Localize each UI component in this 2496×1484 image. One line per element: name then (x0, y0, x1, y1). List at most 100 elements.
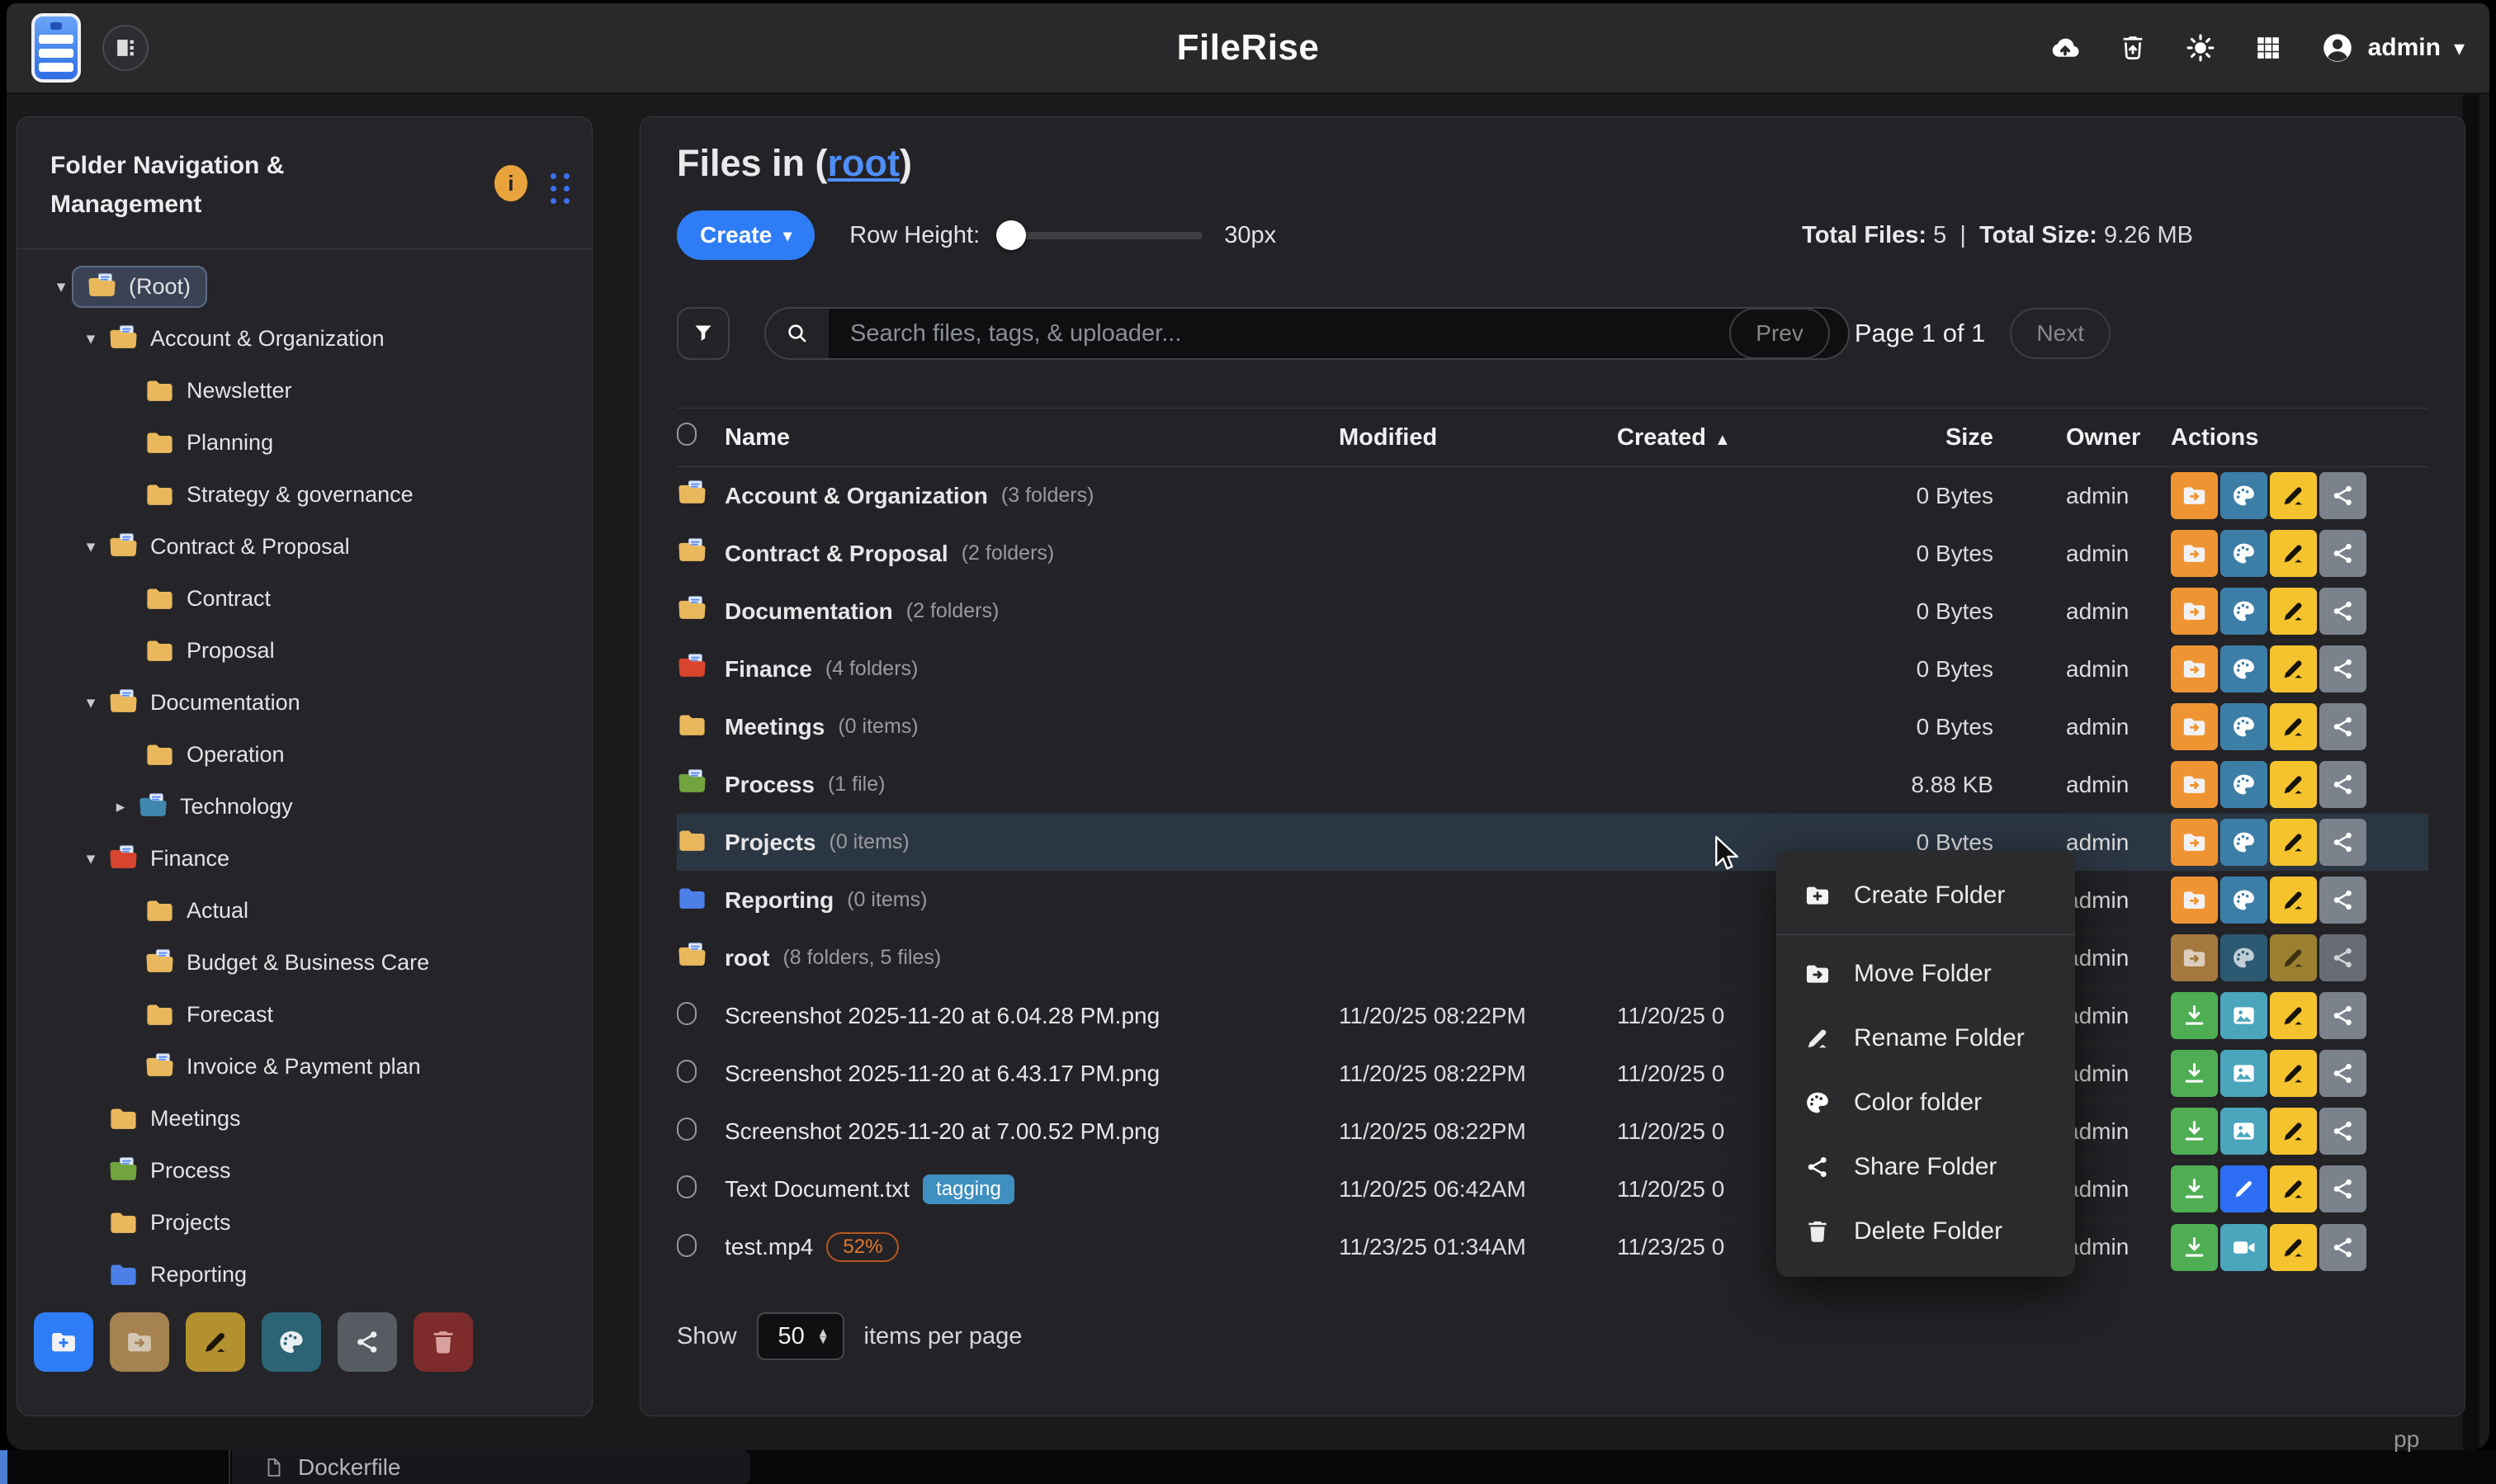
rename-folder-button[interactable] (2270, 819, 2317, 866)
share-file-button[interactable] (2319, 1224, 2366, 1271)
table-row[interactable]: Account & Organization(3 folders) 0 Byte… (677, 467, 2428, 525)
column-header-created[interactable]: Created▲ (1617, 424, 1906, 451)
tree-item-strategy-governance[interactable]: Strategy & governance (17, 469, 592, 521)
tree-item-projects[interactable]: Projects (17, 1197, 592, 1249)
row-height-slider[interactable] (998, 232, 1203, 239)
table-row[interactable]: Screenshot 2025-11-20 at 6.43.17 PM.png … (677, 1045, 2428, 1103)
drag-handle-icon[interactable] (551, 173, 570, 204)
rename-file-button[interactable] (2270, 1108, 2317, 1155)
color-folder-button[interactable] (2220, 819, 2267, 866)
column-header-modified[interactable]: Modified (1339, 424, 1617, 451)
share-file-button[interactable] (2319, 992, 2366, 1039)
share-folder-button[interactable] (2319, 588, 2366, 635)
tree-item-budget-business-care[interactable]: Budget & Business Care (17, 937, 592, 989)
preview-image-button[interactable] (2220, 992, 2267, 1039)
toggle-sidebar-button[interactable] (102, 25, 149, 71)
move-folder-button[interactable] (2171, 877, 2218, 924)
caret-down-icon[interactable]: ▾ (80, 848, 102, 869)
move-folder-button[interactable] (2171, 588, 2218, 635)
next-page-button[interactable]: Next (2010, 308, 2111, 359)
color-folder-button[interactable] (2220, 877, 2267, 924)
tree-item-documentation[interactable]: ▾Documentation (17, 677, 592, 729)
tree-item-contract[interactable]: Contract (17, 573, 592, 625)
tree-item-actual[interactable]: Actual (17, 885, 592, 937)
column-header-size[interactable]: Size (1906, 424, 1993, 451)
tree-item-invoice-payment-plan[interactable]: Invoice & Payment plan (17, 1041, 592, 1093)
tree-item-proposal[interactable]: Proposal (17, 625, 592, 677)
move-folder-button[interactable] (2171, 819, 2218, 866)
rename-file-button[interactable] (2270, 1050, 2317, 1097)
column-header-owner[interactable]: Owner (1993, 424, 2171, 451)
move-folder-button[interactable] (2171, 645, 2218, 692)
move-folder-button[interactable] (110, 1312, 169, 1372)
tree-item-contract-proposal[interactable]: ▾Contract & Proposal (17, 521, 592, 573)
tree-item-meetings[interactable]: Meetings (17, 1093, 592, 1145)
rename-file-button[interactable] (2270, 1165, 2317, 1212)
edit-text-button[interactable] (2220, 1165, 2267, 1212)
cloud-upload-icon[interactable] (2049, 32, 2081, 64)
rename-folder-button[interactable] (2270, 645, 2317, 692)
caret-down-icon[interactable]: ▾ (50, 276, 72, 297)
table-row-highlighted[interactable]: Projects(0 items) 0 Bytesadmin (677, 814, 2428, 872)
caret-right-icon[interactable]: ▸ (110, 796, 131, 817)
download-button[interactable] (2171, 1108, 2218, 1155)
row-checkbox[interactable] (677, 1175, 697, 1198)
tree-item-newsletter[interactable]: Newsletter (17, 365, 592, 417)
move-folder-button[interactable] (2171, 761, 2218, 808)
table-row[interactable]: Documentation(2 folders) 0 Bytesadmin (677, 583, 2428, 640)
caret-down-icon[interactable]: ▾ (80, 692, 102, 713)
color-folder-button[interactable] (2220, 761, 2267, 808)
move-folder-button[interactable] (2171, 530, 2218, 577)
apps-grid-icon[interactable] (2254, 32, 2282, 64)
column-header-name[interactable]: Name (725, 424, 1339, 451)
share-file-button[interactable] (2319, 1108, 2366, 1155)
rename-folder-button[interactable] (2270, 588, 2317, 635)
tree-item-operation[interactable]: Operation (17, 729, 592, 781)
rename-file-button[interactable] (2270, 1224, 2317, 1271)
rename-folder-button[interactable] (2270, 472, 2317, 519)
row-checkbox[interactable] (677, 1060, 697, 1083)
row-checkbox[interactable] (677, 1002, 697, 1025)
table-row[interactable]: Meetings(0 items) 0 Bytesadmin (677, 698, 2428, 756)
delete-folder-button[interactable] (414, 1312, 473, 1372)
color-folder-button[interactable] (2220, 588, 2267, 635)
table-row[interactable]: Contract & Proposal(2 folders) 0 Bytesad… (677, 525, 2428, 583)
create-button[interactable]: Create▾ (677, 210, 815, 260)
share-folder-button[interactable] (2319, 819, 2366, 866)
share-file-button[interactable] (2319, 1050, 2366, 1097)
context-create-folder[interactable]: Create Folder (1776, 863, 2075, 928)
prev-page-button[interactable]: Prev (1729, 308, 1830, 359)
color-folder-button[interactable] (2220, 530, 2267, 577)
info-icon[interactable]: i (494, 165, 527, 201)
share-folder-button[interactable] (2319, 530, 2366, 577)
row-checkbox[interactable] (677, 1118, 697, 1141)
download-button[interactable] (2171, 992, 2218, 1039)
filerise-logo-icon[interactable] (31, 13, 81, 83)
caret-down-icon[interactable]: ▾ (80, 328, 102, 349)
download-button[interactable] (2171, 1050, 2218, 1097)
tree-item-reporting[interactable]: Reporting (17, 1249, 592, 1301)
rename-folder-button[interactable] (2270, 703, 2317, 750)
rename-folder-button[interactable] (2270, 530, 2317, 577)
context-move-folder[interactable]: Move Folder (1776, 942, 2075, 1006)
tree-item-process[interactable]: Process (17, 1145, 592, 1197)
table-row[interactable]: Text Document.txttagging 11/20/25 06:42A… (677, 1160, 2428, 1218)
color-folder-button[interactable] (262, 1312, 321, 1372)
context-rename-folder[interactable]: Rename Folder (1776, 1006, 2075, 1070)
share-folder-button[interactable] (2319, 761, 2366, 808)
tree-item-finance[interactable]: ▾Finance (17, 833, 592, 885)
move-folder-button[interactable] (2171, 703, 2218, 750)
trash-restore-icon[interactable] (2119, 32, 2147, 64)
context-share-folder[interactable]: Share Folder (1776, 1135, 2075, 1199)
table-row[interactable]: Process(1 file) 8.88 KBadmin (677, 756, 2428, 814)
share-folder-button[interactable] (2319, 703, 2366, 750)
share-file-button[interactable] (2319, 1165, 2366, 1212)
scrollbar-gutter[interactable] (2463, 94, 2479, 1450)
user-menu[interactable]: admin ▾ (2320, 31, 2465, 65)
select-all-checkbox[interactable] (677, 423, 697, 446)
filter-button[interactable] (677, 307, 730, 360)
tree-item-account-organization[interactable]: ▾Account & Organization (17, 313, 592, 365)
context-color-folder[interactable]: Color folder (1776, 1070, 2075, 1135)
table-row[interactable]: test.mp452% 11/23/25 01:34AM11/23/25 0 a… (677, 1218, 2428, 1276)
context-delete-folder[interactable]: Delete Folder (1776, 1199, 2075, 1264)
